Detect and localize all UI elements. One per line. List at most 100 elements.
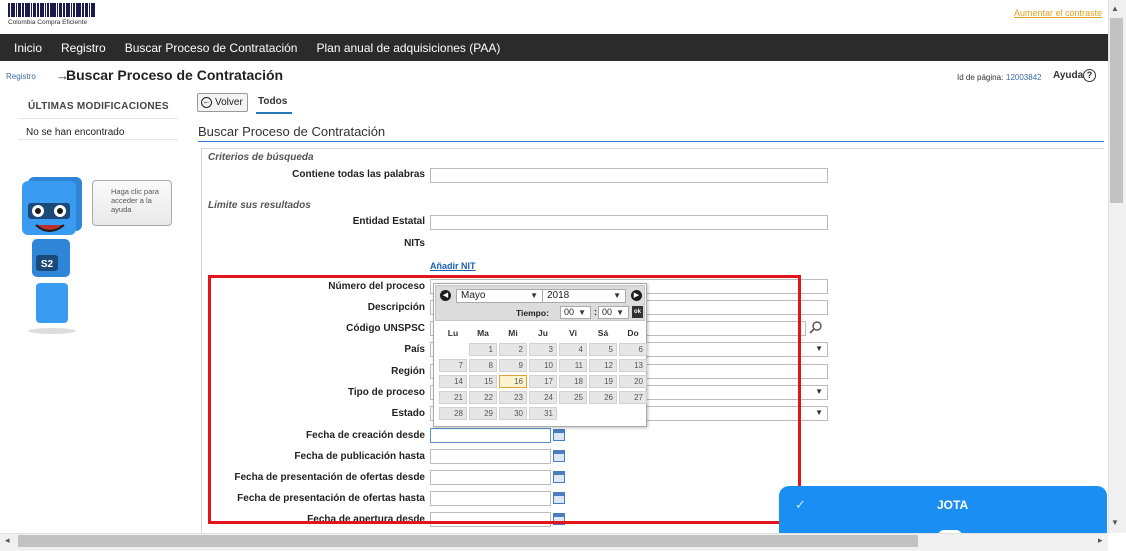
year-select[interactable]: 2018 ▼ <box>542 289 626 303</box>
time-ok-button[interactable]: ok <box>632 306 643 318</box>
calendar-day[interactable]: 20 <box>619 375 647 388</box>
calendar-day[interactable]: 30 <box>499 407 527 420</box>
nav-item-paa[interactable]: Plan anual de adquisiciones (PAA) <box>316 41 500 55</box>
calendar-day[interactable]: 4 <box>559 343 587 356</box>
calendar-day[interactable]: 5 <box>589 343 617 356</box>
chevron-down-icon: ▼ <box>613 291 621 300</box>
calendar-day[interactable]: 22 <box>469 391 497 404</box>
calendar-day[interactable]: 31 <box>529 407 557 420</box>
label-all-words: Contiene todas las palabras <box>292 169 425 180</box>
add-nit-link[interactable]: Añadir NIT <box>430 261 476 271</box>
time-separator: : <box>594 307 597 317</box>
form-title: Buscar Proceso de Contratación <box>198 124 386 139</box>
help-robot-icon[interactable]: S2 <box>18 175 88 335</box>
year-value: 2018 <box>547 290 570 301</box>
chevron-down-icon[interactable]: ✓ <box>795 497 806 513</box>
calendar-day[interactable]: 12 <box>589 359 617 372</box>
scroll-up-icon[interactable]: ▲ <box>1111 4 1119 13</box>
month-select[interactable]: Mayo ▼ <box>456 289 543 303</box>
scroll-left-icon[interactable]: ◂ <box>5 535 10 546</box>
calendar-day[interactable]: 6 <box>619 343 647 356</box>
increase-contrast-link[interactable]: Aumentar el contraste <box>1014 8 1102 18</box>
horizontal-scroll-thumb[interactable] <box>18 535 918 547</box>
vertical-scroll-thumb[interactable] <box>1110 18 1123 203</box>
arrow-left-icon: ← <box>201 97 212 108</box>
all-words-input[interactable] <box>430 168 828 183</box>
calendar-day[interactable]: 23 <box>499 391 527 404</box>
calendar-day[interactable]: 24 <box>529 391 557 404</box>
page-id-label: Id de página: <box>957 73 1004 82</box>
calendar-day[interactable]: 15 <box>469 375 497 388</box>
nav-item-buscar-proceso[interactable]: Buscar Proceso de Contratación <box>125 41 298 55</box>
page: Colombia Compra Eficiente Aumentar el co… <box>0 0 1126 551</box>
weekday-header: Vi <box>569 328 577 338</box>
next-month-icon[interactable]: ▶ <box>631 290 642 301</box>
time-label: Tiempo: <box>516 308 549 318</box>
calendar-day[interactable]: 10 <box>529 359 557 372</box>
weekday-header: Sá <box>597 328 609 338</box>
nav-item-inicio[interactable]: Inicio <box>14 41 42 55</box>
label-entity: Entidad Estatal <box>352 216 425 227</box>
calendar-day[interactable]: 18 <box>559 375 587 388</box>
tab-todos[interactable]: Todos <box>258 96 287 107</box>
scroll-down-icon[interactable]: ▼ <box>1111 518 1119 527</box>
month-value: Mayo <box>461 290 486 301</box>
calendar-day[interactable]: 17 <box>529 375 557 388</box>
help-bubble[interactable]: Haga clic para acceder a la ayuda <box>92 180 172 226</box>
calendar-day[interactable]: 27 <box>619 391 647 404</box>
calendar-day[interactable]: 9 <box>499 359 527 372</box>
colombia-compra-logo[interactable]: Colombia Compra Eficiente <box>8 3 112 29</box>
logo-text: Colombia Compra Eficiente <box>8 19 88 26</box>
datepicker-popup: ◀ Mayo ▼ 2018 ▼ ▶ Tiempo: 00 ▼ : 00 ▼ ok Lu M… <box>433 283 647 427</box>
recent-changes-empty: No se han encontrado <box>26 127 125 138</box>
calendar-day[interactable]: 25 <box>559 391 587 404</box>
datepicker-header: ◀ Mayo ▼ 2018 ▼ ▶ Tiempo: 00 ▼ : 00 ▼ ok <box>435 285 645 321</box>
weekday-header: Mi <box>508 328 518 338</box>
calendar-day[interactable]: 1 <box>469 343 497 356</box>
chevron-down-icon: ▼ <box>578 308 586 317</box>
minute-select[interactable]: 00 ▼ <box>598 306 629 319</box>
calendar-day[interactable]: 19 <box>589 375 617 388</box>
weekday-header: Do <box>627 328 639 338</box>
prev-month-icon[interactable]: ◀ <box>440 290 451 301</box>
help-link[interactable]: Ayuda <box>1053 70 1083 81</box>
calendar-day[interactable]: 7 <box>439 359 467 372</box>
sidebar-divider <box>18 118 178 119</box>
scroll-right-icon[interactable]: ▸ <box>1098 535 1103 546</box>
calendar-day[interactable]: 8 <box>469 359 497 372</box>
recent-changes-heading: ÚLTIMAS MODIFICACIONES <box>28 101 169 112</box>
calendar-day[interactable]: 3 <box>529 343 557 356</box>
calendar-day[interactable]: 21 <box>439 391 467 404</box>
calendar-day[interactable]: 11 <box>559 359 587 372</box>
robot-badge: S2 <box>41 259 54 270</box>
calendar-day[interactable]: 29 <box>469 407 497 420</box>
calendar-day[interactable]: 28 <box>439 407 467 420</box>
sidebar-divider <box>18 139 178 140</box>
calendar-day[interactable]: 2 <box>499 343 527 356</box>
help-icon[interactable]: ? <box>1083 69 1096 82</box>
nav-item-registro[interactable]: Registro <box>61 41 106 55</box>
main-nav: Inicio Registro Buscar Proceso de Contra… <box>0 34 1108 61</box>
form-title-rule <box>198 141 1104 142</box>
breadcrumb-registro-link[interactable]: Registro <box>6 72 36 81</box>
chevron-down-icon: ▼ <box>815 387 823 396</box>
section-search-criteria: Criterios de búsqueda <box>208 152 314 163</box>
hour-select[interactable]: 00 ▼ <box>560 306 591 319</box>
chevron-down-icon: ▼ <box>815 344 823 353</box>
calendar-day[interactable]: 14 <box>439 375 467 388</box>
back-button[interactable]: ← Volver <box>197 93 248 112</box>
hour-value: 00 <box>564 307 575 317</box>
chevron-down-icon: ▼ <box>530 291 538 300</box>
page-id-value: 12003842 <box>1006 73 1042 82</box>
search-icon[interactable] <box>809 320 823 334</box>
calendar-day[interactable]: 13 <box>619 359 647 372</box>
chevron-down-icon: ▼ <box>616 308 624 317</box>
page-title: Buscar Proceso de Contratación <box>66 67 284 83</box>
calendar-day[interactable]: 26 <box>589 391 617 404</box>
calendar-day[interactable]: 16 <box>499 375 527 388</box>
entity-input[interactable] <box>430 215 828 230</box>
back-button-label: Volver <box>215 97 243 108</box>
chat-widget-label: JOTA <box>937 498 969 512</box>
weekday-header: Ju <box>538 328 548 338</box>
label-nits: NITs <box>404 238 425 249</box>
